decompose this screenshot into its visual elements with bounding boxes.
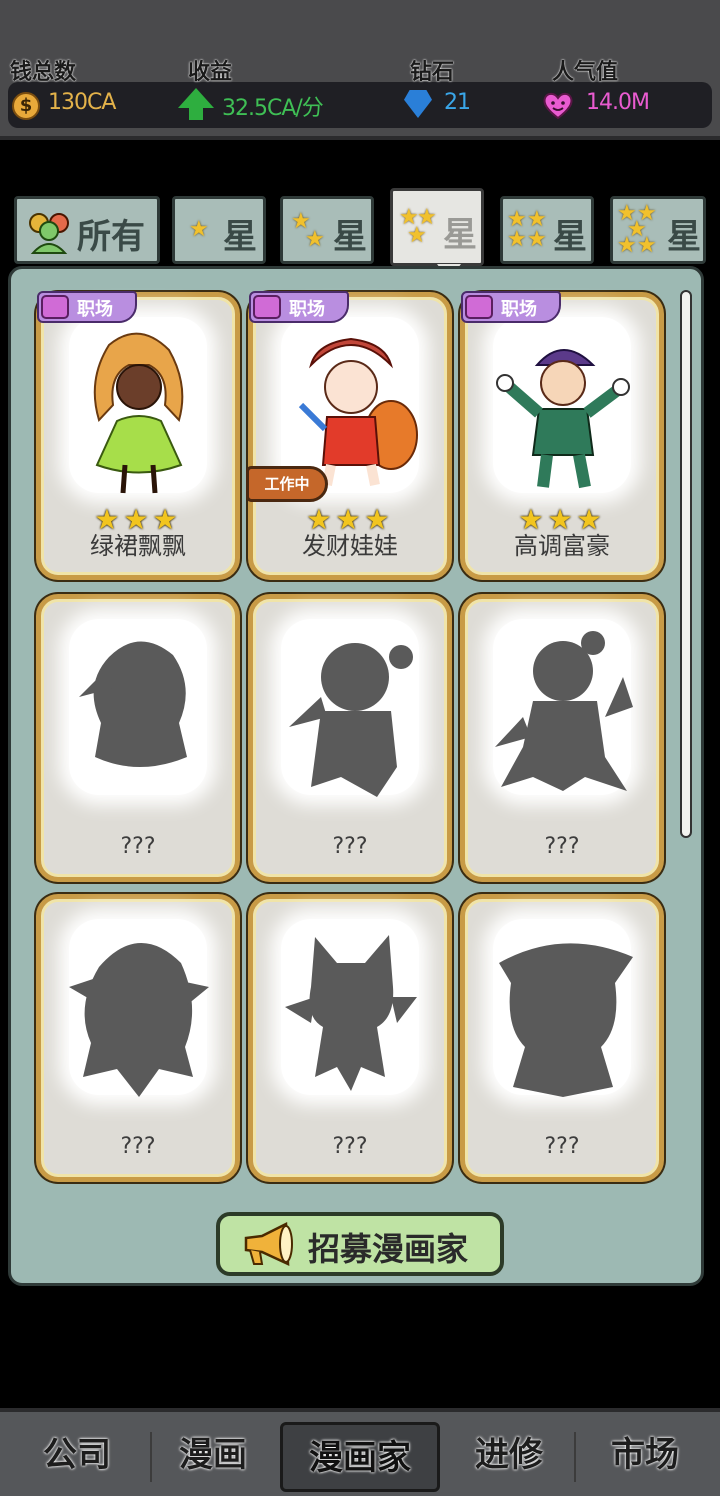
locked-silhouette bbox=[289, 643, 413, 797]
unknown-artist-name: ??? bbox=[332, 834, 368, 859]
tab-4-star-label: 星 bbox=[553, 217, 587, 257]
job-tag: 职场 bbox=[461, 291, 561, 323]
artist-name: 高调富豪 bbox=[514, 532, 610, 560]
locked-silhouette bbox=[499, 943, 633, 1097]
nav-company[interactable]: 公司 bbox=[12, 1422, 142, 1492]
tab-all-label: 所有 bbox=[77, 217, 145, 257]
locked-artist-card[interactable]: ??? bbox=[248, 894, 452, 1182]
locked-silhouette bbox=[495, 631, 633, 791]
working-status-badge: 工作中 bbox=[246, 466, 328, 502]
artist-portrait bbox=[496, 349, 630, 489]
locked-silhouette bbox=[285, 935, 417, 1091]
locked-silhouette bbox=[79, 641, 187, 767]
recruit-artist-button[interactable]: 招募漫画家 bbox=[216, 1212, 504, 1276]
tab-1-star-label: 星 bbox=[223, 217, 257, 257]
stat-diamonds-label: 钻石 bbox=[410, 60, 455, 85]
stat-income-label: 收益 bbox=[188, 60, 233, 85]
star-icon: ★ bbox=[507, 227, 527, 252]
megaphone-icon bbox=[244, 1222, 293, 1266]
stats-bar: 钱总数 $ 130CA 收益 32.5CA/分 钻石 21 人气值 14.0M bbox=[0, 0, 720, 140]
tab-3-star-label: 星 bbox=[443, 215, 477, 255]
star-icon: ★ bbox=[617, 233, 637, 258]
job-tag-label: 职场 bbox=[289, 299, 325, 320]
locked-artist-card[interactable]: ??? bbox=[460, 894, 664, 1182]
briefcase-icon bbox=[253, 295, 281, 319]
job-tag: 职场 bbox=[37, 291, 137, 323]
locked-artist-card[interactable]: ??? bbox=[36, 894, 240, 1182]
unknown-artist-name: ??? bbox=[544, 834, 580, 859]
bottom-nav: 公司 漫画 漫画家 进修 市场 bbox=[0, 1408, 720, 1496]
tab-4-star[interactable]: ★ ★ ★ ★ 星 bbox=[500, 196, 594, 264]
tab-3-star[interactable]: ★ ★ ★ 星 bbox=[390, 188, 484, 266]
star-icon: ★ bbox=[407, 223, 427, 248]
stat-popularity-value: 14.0M bbox=[586, 90, 650, 115]
stat-diamonds-value: 21 bbox=[444, 90, 471, 115]
nav-artists[interactable]: 漫画家 bbox=[280, 1422, 440, 1492]
coin-icon: $ bbox=[12, 92, 40, 120]
unknown-artist-name: ??? bbox=[120, 834, 156, 859]
artist-name: 绿裙飘飘 bbox=[90, 532, 186, 560]
stat-income-value: 32.5CA/分 bbox=[222, 96, 324, 121]
nav-comics[interactable]: 漫画 bbox=[148, 1422, 278, 1492]
job-tag-label: 职场 bbox=[77, 299, 113, 320]
star-icon: ★ bbox=[305, 227, 325, 252]
stat-money-label: 钱总数 bbox=[10, 60, 77, 85]
tab-5-star[interactable]: ★ ★ ★ ★ ★ 星 bbox=[610, 196, 706, 264]
job-tag-label: 职场 bbox=[501, 299, 537, 320]
locked-silhouette bbox=[69, 942, 209, 1097]
locked-artist-card[interactable]: ??? bbox=[460, 594, 664, 882]
unknown-artist-name: ??? bbox=[544, 1134, 580, 1159]
stat-popularity-label: 人气值 bbox=[552, 60, 619, 85]
briefcase-icon bbox=[465, 295, 493, 319]
star-icon: ★ bbox=[527, 227, 547, 252]
locked-artist-card[interactable]: ??? bbox=[248, 594, 452, 882]
artist-card[interactable]: ★★★ 绿裙飘飘 职场 bbox=[36, 291, 240, 580]
locked-artist-card[interactable]: ??? bbox=[36, 594, 240, 882]
scrollbar[interactable] bbox=[680, 290, 692, 838]
briefcase-icon bbox=[41, 295, 69, 319]
artist-portrait bbox=[93, 332, 184, 494]
artist-name: 发财娃娃 bbox=[302, 532, 398, 560]
artist-card[interactable]: ★★★ 发财娃娃 职场 bbox=[248, 291, 452, 580]
tab-5-star-label: 星 bbox=[667, 217, 701, 257]
job-tag: 职场 bbox=[249, 291, 349, 323]
tab-1-star[interactable]: ★ 星 bbox=[172, 196, 266, 264]
tab-2-star[interactable]: ★ ★ 星 bbox=[280, 196, 374, 264]
tab-all[interactable]: 所有 bbox=[14, 196, 160, 264]
star-icon: ★ bbox=[189, 217, 209, 242]
stat-money-value: 130CA bbox=[48, 90, 116, 115]
unknown-artist-name: ??? bbox=[332, 1134, 368, 1159]
people-icon bbox=[29, 213, 69, 254]
heart-icon bbox=[543, 92, 573, 120]
nav-training[interactable]: 进修 bbox=[444, 1422, 574, 1492]
nav-market[interactable]: 市场 bbox=[580, 1422, 710, 1492]
nav-divider bbox=[574, 1432, 576, 1482]
arrow-up-icon bbox=[178, 88, 214, 120]
star-icon: ★ bbox=[637, 233, 657, 258]
tab-2-star-label: 星 bbox=[333, 217, 367, 257]
unknown-artist-name: ??? bbox=[120, 1134, 156, 1159]
artist-card[interactable]: ★★★ 高调富豪 职场 bbox=[460, 291, 664, 580]
recruit-artist-label: 招募漫画家 bbox=[308, 1230, 469, 1268]
